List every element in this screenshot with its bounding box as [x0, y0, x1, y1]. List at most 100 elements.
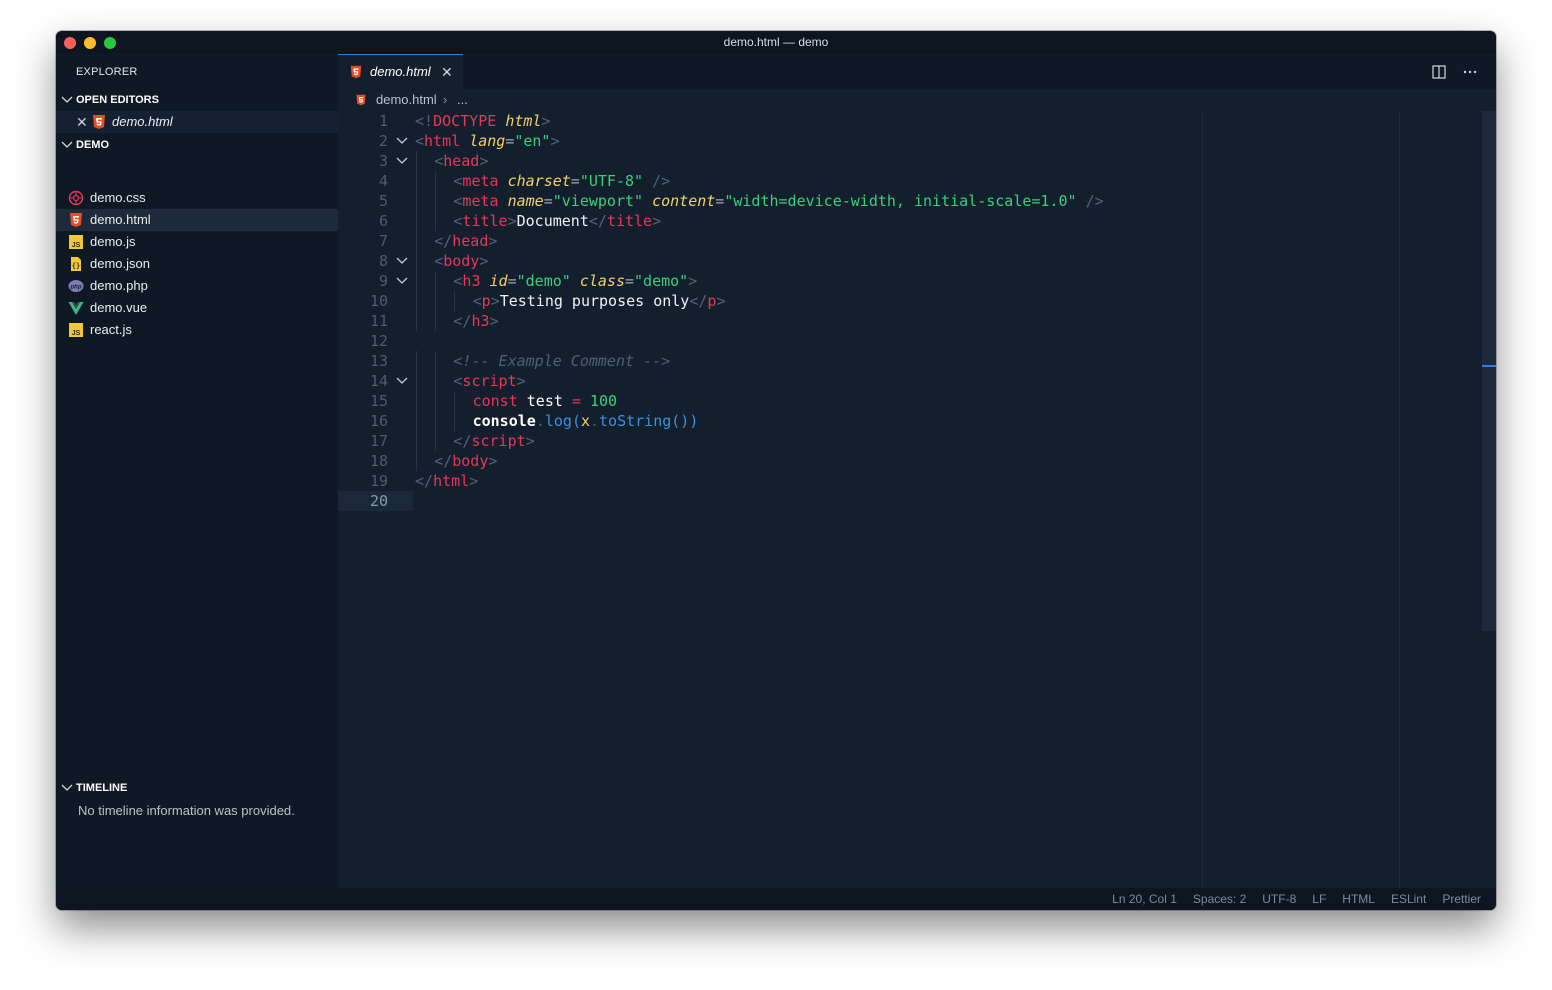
vue-icon: [68, 302, 84, 315]
code-token: 100: [590, 392, 618, 410]
code-line[interactable]: 11 </h3>: [338, 311, 1483, 331]
timeline-header[interactable]: TIMELINE: [56, 778, 338, 798]
code-line[interactable]: 15 const test = 100: [338, 391, 1483, 411]
minimize-window-button[interactable]: [84, 37, 96, 49]
close-window-button[interactable]: [64, 37, 76, 49]
code-line[interactable]: 13 <!-- Example Comment -->: [338, 351, 1483, 371]
line-number: 17: [369, 432, 388, 450]
tab-demo-html[interactable]: demo.html ✕: [338, 54, 463, 89]
chevron-down-icon: [61, 141, 73, 148]
status-eol[interactable]: LF: [1312, 888, 1326, 910]
code-token: >: [516, 372, 526, 390]
indent-guide: [435, 311, 437, 331]
status-formatter[interactable]: Prettier: [1442, 888, 1481, 910]
status-encoding[interactable]: UTF-8: [1262, 888, 1296, 910]
code-token: >: [469, 472, 479, 490]
code-line[interactable]: 17 </script>: [338, 431, 1483, 451]
code-line[interactable]: 2 <html lang="en">: [338, 131, 1483, 151]
file-label: demo.json: [90, 256, 150, 271]
code-token: meta: [462, 192, 499, 210]
code-line[interactable]: 6 <title>Document</title>: [338, 211, 1483, 231]
file-item-react-js[interactable]: JS react.js: [56, 319, 338, 341]
line-number: 12: [369, 332, 388, 350]
code-token: title: [462, 212, 508, 230]
more-actions-icon[interactable]: [1462, 64, 1478, 80]
code-line[interactable]: 18 </body>: [338, 451, 1483, 471]
maximize-window-button[interactable]: [104, 37, 116, 49]
code-text: </body>: [434, 451, 497, 471]
code-text: const test = 100: [473, 391, 618, 411]
open-editors-header[interactable]: OPEN EDITORS: [56, 90, 338, 110]
file-item-demo-js[interactable]: JS demo.js: [56, 231, 338, 253]
file-label: demo.php: [90, 278, 148, 293]
split-editor-icon[interactable]: [1431, 64, 1447, 80]
code-line[interactable]: 4 <meta charset="UTF-8" />: [338, 171, 1483, 191]
status-linter[interactable]: ESLint: [1391, 888, 1426, 910]
code-token: x: [580, 412, 590, 430]
scrollbar-cursor-marker: [1482, 365, 1496, 367]
indent-guide: [416, 351, 417, 371]
css-icon: [68, 190, 84, 206]
file-item-demo-html[interactable]: demo.html: [56, 209, 338, 231]
code-line[interactable]: 16 console.log(x.toString()): [338, 411, 1483, 431]
code-token: toString: [599, 412, 672, 430]
fold-chevron-icon[interactable]: [396, 155, 408, 167]
indent-guide: [416, 371, 417, 391]
code-line[interactable]: 3 <head>: [338, 151, 1483, 171]
indent-guide: [416, 411, 417, 431]
code-token: script: [471, 432, 526, 450]
code-line[interactable]: 19 </html>: [338, 471, 1483, 491]
close-tab-icon[interactable]: ✕: [441, 55, 453, 89]
code-token: Document: [516, 212, 589, 230]
open-editors-label: OPEN EDITORS: [76, 94, 159, 106]
code-token: =: [543, 192, 553, 210]
fold-chevron-icon[interactable]: [396, 275, 408, 287]
code-token: Testing purposes only: [499, 292, 690, 310]
code-line[interactable]: 20: [338, 491, 1483, 511]
fold-chevron-icon[interactable]: [396, 255, 408, 267]
code-line[interactable]: 1 <!DOCTYPE html>: [338, 111, 1483, 131]
breadcrumb-file[interactable]: demo.html: [376, 89, 437, 111]
fold-chevron-icon[interactable]: [396, 135, 408, 147]
code-line[interactable]: 8 <body>: [338, 251, 1483, 271]
line-number: 15: [369, 392, 388, 410]
file-item-demo-php[interactable]: php demo.php: [56, 275, 338, 297]
code-token: <!-- Example Comment -->: [453, 352, 671, 370]
open-editor-item[interactable]: ✕ demo.html: [56, 111, 338, 133]
code-line[interactable]: 9 <h3 id="demo" class="demo">: [338, 271, 1483, 291]
code-line[interactable]: 5 <meta name="viewport" content="width=de…: [338, 191, 1483, 211]
svg-text:JS: JS: [72, 242, 81, 249]
code-token: html: [505, 112, 542, 130]
code-token: test: [526, 392, 563, 410]
file-item-demo-css[interactable]: demo.css: [56, 187, 338, 209]
code-line[interactable]: 14 <script>: [338, 371, 1483, 391]
code-line[interactable]: 12: [338, 331, 1483, 351]
code-editor[interactable]: 1 <!DOCTYPE html> 2 <html lang="en"> 3 <head>…: [338, 111, 1496, 888]
status-cursor-position[interactable]: Ln 20, Col 1: [1112, 888, 1177, 910]
code-token: lang: [469, 132, 506, 150]
file-item-demo-json[interactable]: {} demo.json: [56, 253, 338, 275]
code-token: .: [535, 412, 545, 430]
status-indentation[interactable]: Spaces: 2: [1193, 888, 1246, 910]
breadcrumb-more[interactable]: ...: [457, 89, 468, 111]
fold-chevron-icon[interactable]: [396, 375, 408, 387]
explorer-sidebar: EXPLORER OPEN EDITORS ✕ demo.html DEMO d…: [56, 54, 338, 888]
folder-header[interactable]: DEMO: [56, 135, 338, 155]
code-token: >: [488, 452, 498, 470]
file-item-demo-vue[interactable]: demo.vue: [56, 297, 338, 319]
file-label: demo.js: [90, 234, 136, 249]
code-token: (: [571, 412, 581, 430]
code-line[interactable]: 10 <p>Testing purposes only</p>: [338, 291, 1483, 311]
code-line[interactable]: 7 </head>: [338, 231, 1483, 251]
code-token: DOCTYPE: [433, 112, 497, 130]
editor-scrollbar[interactable]: [1482, 111, 1496, 631]
close-icon[interactable]: ✕: [76, 111, 88, 133]
code-token: >: [525, 432, 535, 450]
code-token: "width=device-width, initial-scale=1.0": [724, 192, 1077, 210]
status-language[interactable]: HTML: [1342, 888, 1375, 910]
chevron-right-icon: ›: [443, 92, 448, 107]
